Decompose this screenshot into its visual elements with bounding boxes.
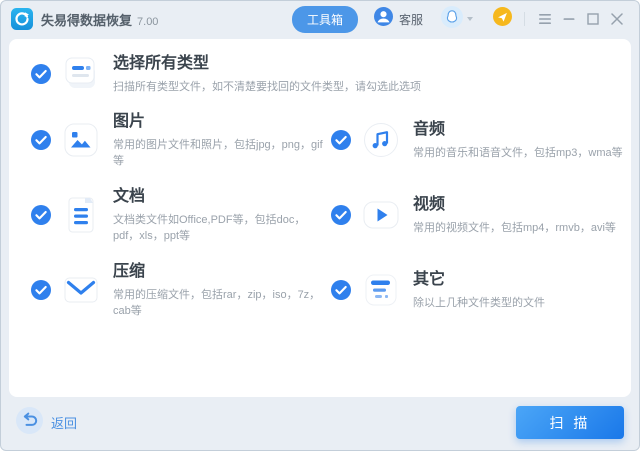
toolbox-button[interactable]: 工具箱: [292, 6, 358, 33]
checkbox-video[interactable]: [331, 205, 351, 225]
promotion-button[interactable]: [493, 7, 512, 31]
customer-support-button[interactable]: 客服: [374, 7, 423, 31]
category-desc: 文档类文件如Office,PDF等，包括doc，pdf，xls，ppt等: [113, 211, 331, 243]
support-avatar-icon: [374, 7, 393, 31]
scan-button[interactable]: 扫 描: [516, 406, 624, 439]
file-type-panel: 选择所有类型 扫描所有类型文件，如不清楚要找回的文件类型，请勾选此选项: [9, 39, 631, 397]
category-title: 图片: [113, 112, 331, 131]
category-title: 文档: [113, 187, 331, 206]
category-item-video[interactable]: 视频 常用的视频文件，包括mp4，rmvb，avi等: [331, 190, 631, 240]
category-desc: 除以上几种文件类型的文件: [413, 294, 545, 310]
chevron-down-icon: [467, 17, 473, 21]
category-item-images[interactable]: 图片 常用的图片文件和照片，包括jpg，png，gif等: [31, 115, 331, 165]
category-item-archive[interactable]: 压缩 常用的压缩文件，包括rar，zip，iso，7z，cab等: [31, 265, 331, 315]
maximize-button[interactable]: [581, 7, 605, 31]
document-icon: [61, 195, 101, 235]
category-desc: 常用的视频文件，包括mp4，rmvb，avi等: [413, 219, 616, 235]
category-title: 其它: [413, 270, 545, 289]
checkbox-documents[interactable]: [31, 205, 51, 225]
category-item-other[interactable]: 其它 除以上几种文件类型的文件: [331, 265, 631, 315]
app-logo-icon: [11, 8, 33, 30]
category-title: 压缩: [113, 262, 331, 281]
category-item-audio[interactable]: 音频 常用的音乐和语音文件，包括mp3，wma等: [331, 115, 631, 165]
menu-button[interactable]: [533, 7, 557, 31]
select-all-desc: 扫描所有类型文件，如不清楚要找回的文件类型，请勾选此选项: [113, 78, 421, 94]
checkbox-images[interactable]: [31, 130, 51, 150]
select-all-title: 选择所有类型: [113, 54, 421, 73]
checkbox-other[interactable]: [331, 280, 351, 300]
category-title: 视频: [413, 195, 616, 214]
archive-icon: [61, 270, 101, 310]
category-desc: 常用的音乐和语音文件，包括mp3，wma等: [413, 144, 623, 160]
audio-note-icon: [361, 120, 401, 160]
back-button[interactable]: 返回: [16, 407, 77, 439]
titlebar-divider: [524, 12, 525, 26]
video-play-icon: [361, 195, 401, 235]
category-grid: 图片 常用的图片文件和照片，包括jpg，png，gif等: [31, 115, 631, 315]
app-window: 失易得数据恢复7.00 工具箱 客服: [0, 0, 640, 451]
close-button[interactable]: [605, 7, 629, 31]
minimize-button[interactable]: [557, 7, 581, 31]
promotion-icon: [493, 7, 512, 31]
app-version: 7.00: [137, 16, 158, 28]
back-label: 返回: [51, 413, 77, 432]
footer-bar: 返回 扫 描: [1, 395, 639, 450]
checkbox-audio[interactable]: [331, 130, 351, 150]
category-desc: 常用的压缩文件，包括rar，zip，iso，7z，cab等: [113, 286, 331, 318]
qq-contact-button[interactable]: [441, 6, 473, 33]
image-icon: [61, 120, 101, 160]
app-title: 失易得数据恢复7.00: [41, 10, 158, 29]
select-all-types-row[interactable]: 选择所有类型 扫描所有类型文件，如不清楚要找回的文件类型，请勾选此选项: [31, 51, 631, 97]
category-title: 音频: [413, 120, 623, 139]
file-stack-icon: [61, 54, 101, 94]
other-lines-icon: [361, 270, 401, 310]
category-desc: 常用的图片文件和照片，包括jpg，png，gif等: [113, 136, 331, 168]
back-arrow-icon: [16, 407, 43, 439]
select-all-checkbox[interactable]: [31, 64, 51, 84]
support-label: 客服: [399, 11, 423, 28]
titlebar: 失易得数据恢复7.00 工具箱 客服: [1, 1, 639, 37]
qq-icon: [441, 6, 463, 33]
checkbox-archive[interactable]: [31, 280, 51, 300]
category-item-documents[interactable]: 文档 文档类文件如Office,PDF等，包括doc，pdf，xls，ppt等: [31, 190, 331, 240]
